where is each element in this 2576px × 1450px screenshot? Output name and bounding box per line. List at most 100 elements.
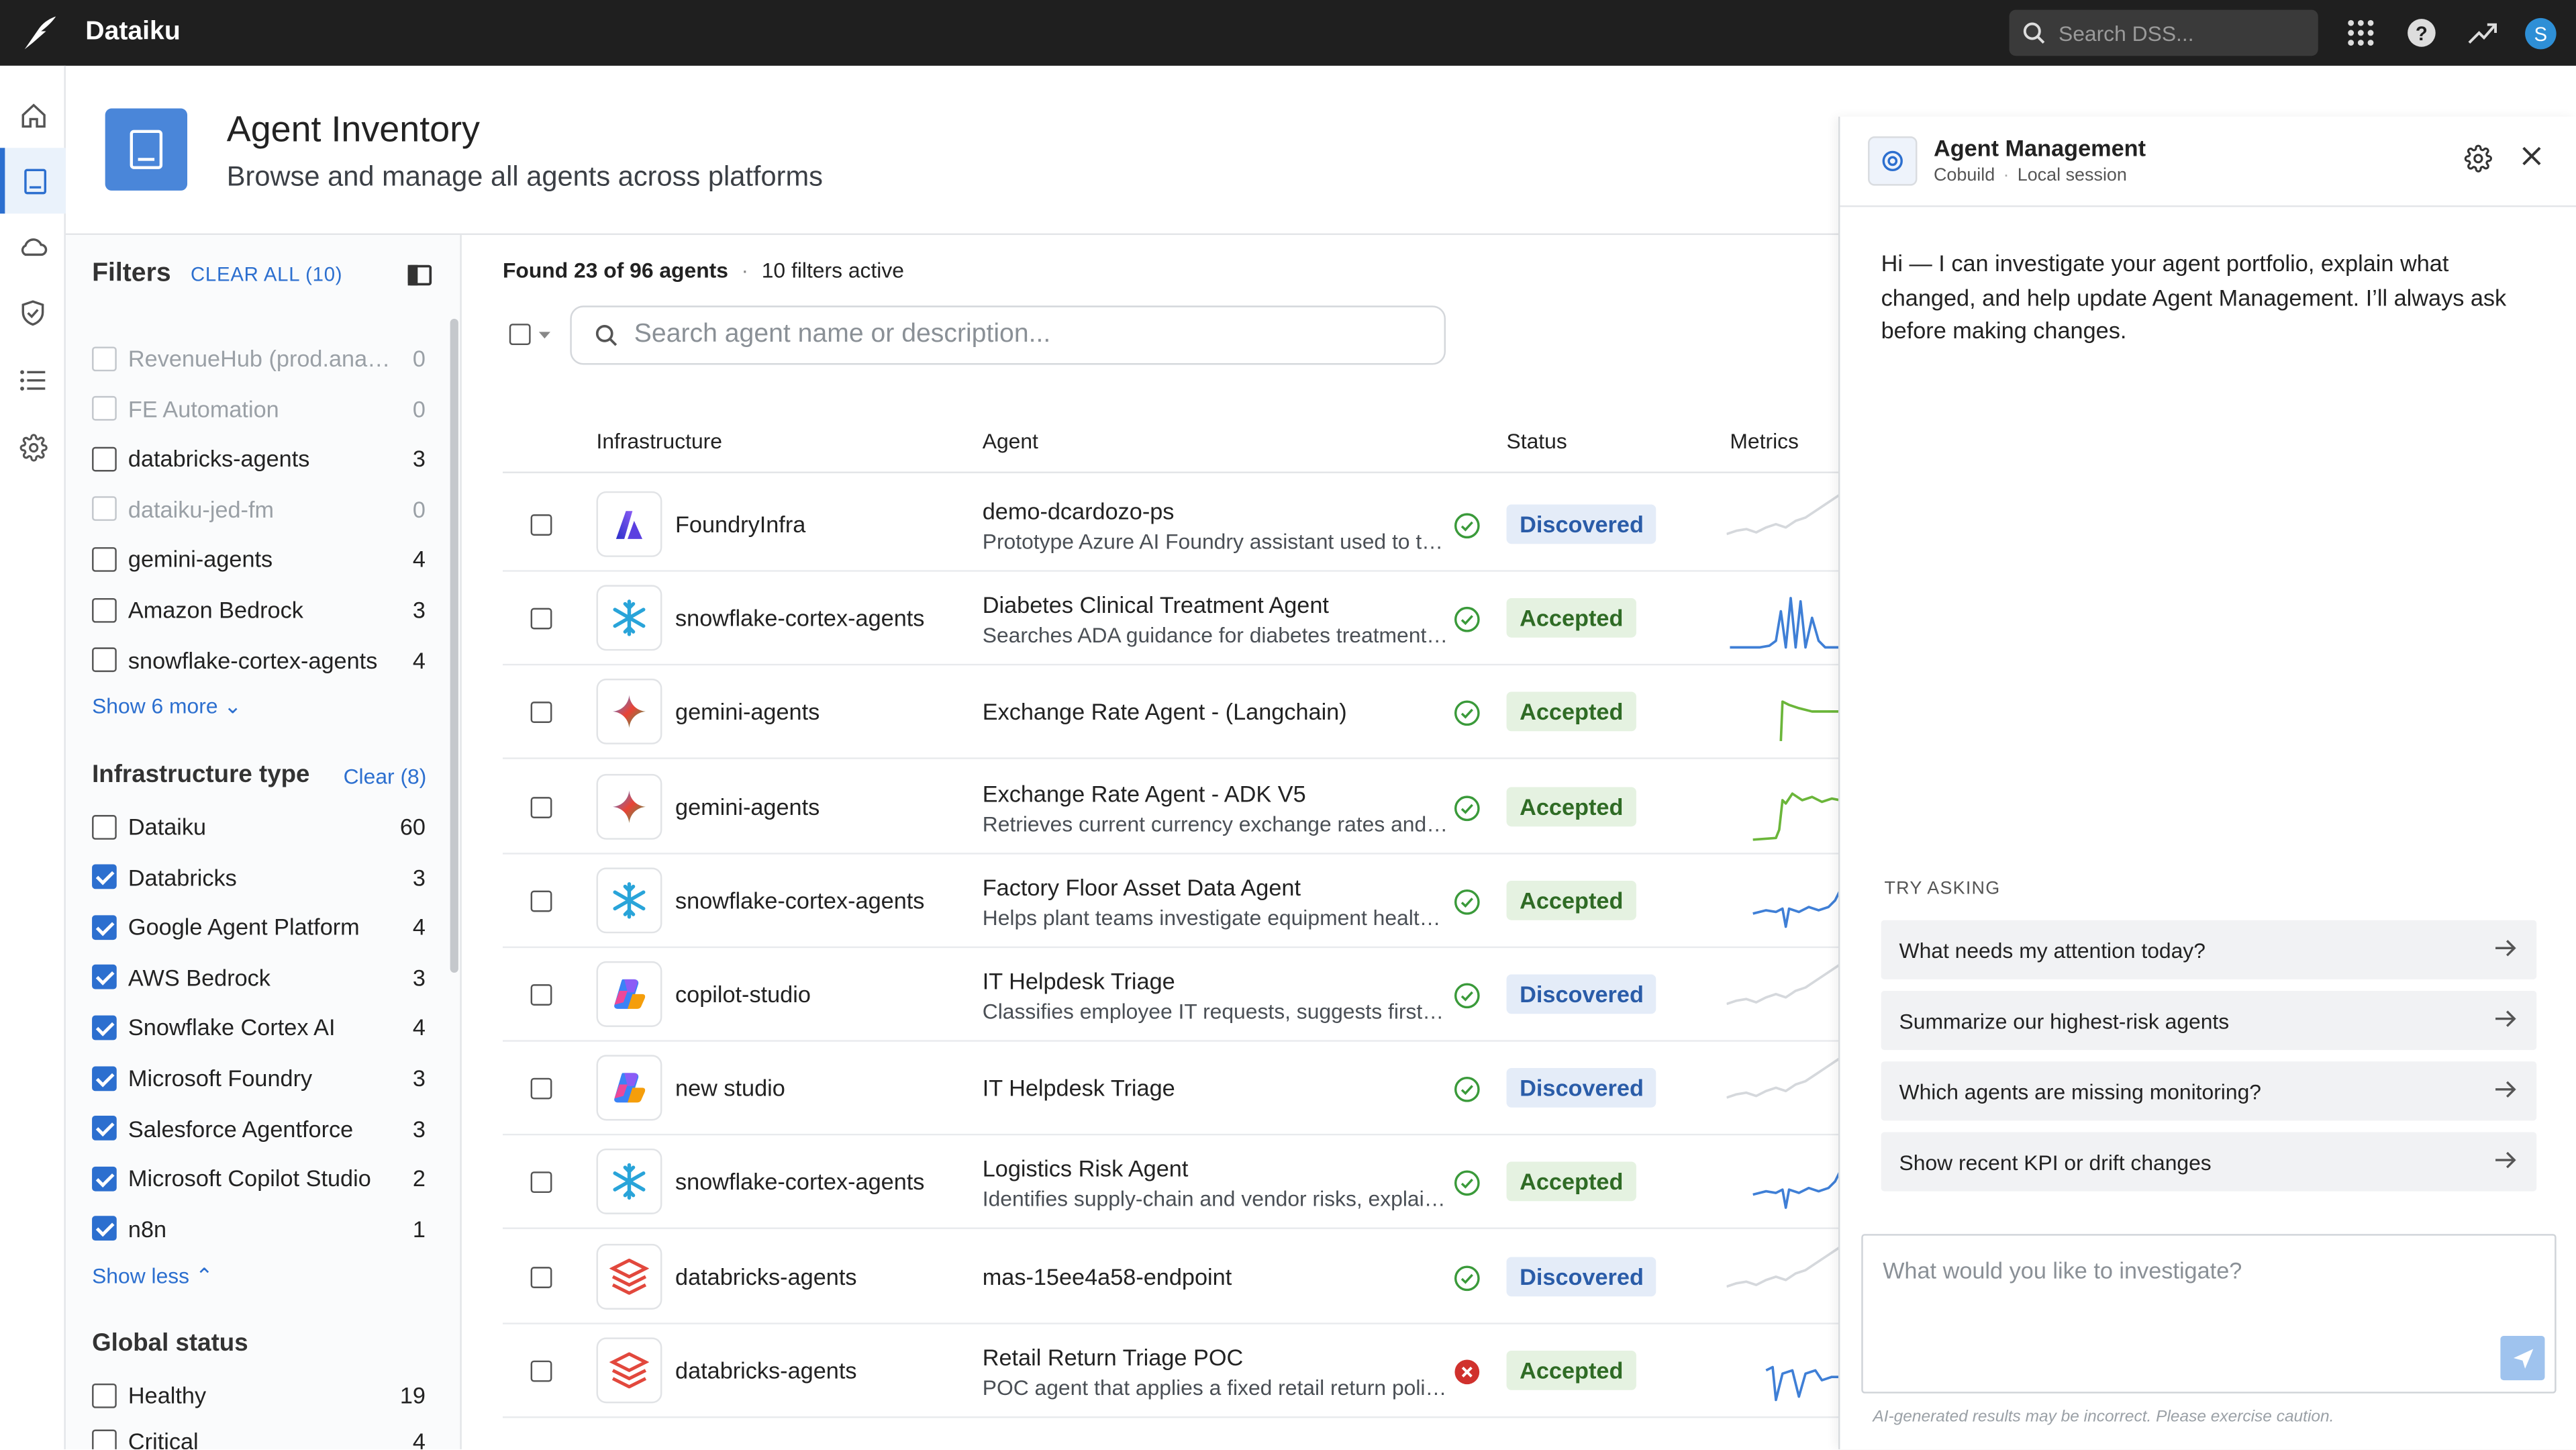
infra-type-filter-option[interactable]: Microsoft Copilot Studio 2 xyxy=(92,1161,426,1197)
infrastructure-name[interactable]: databricks-agents xyxy=(675,1263,857,1289)
help-icon[interactable]: ? xyxy=(2405,16,2438,49)
checkbox[interactable] xyxy=(92,1116,117,1141)
settings-gear-icon[interactable] xyxy=(0,414,66,480)
caret-down-icon[interactable] xyxy=(537,330,552,340)
clear-all-filters-link[interactable]: CLEAR ALL (10) xyxy=(191,263,342,286)
checkbox[interactable] xyxy=(530,984,552,1006)
checkbox[interactable] xyxy=(92,1382,117,1408)
metrics-sparkline[interactable] xyxy=(1727,676,1840,748)
checkbox[interactable] xyxy=(92,965,117,990)
metrics-sparkline[interactable] xyxy=(1726,958,1840,1030)
infrastructure-name[interactable]: gemini-agents xyxy=(675,699,820,725)
checkbox[interactable] xyxy=(92,446,117,471)
checkbox[interactable] xyxy=(92,1429,117,1449)
checkbox[interactable] xyxy=(92,1065,117,1091)
checkbox[interactable] xyxy=(92,346,117,371)
checkbox[interactable] xyxy=(92,396,117,421)
checkbox[interactable] xyxy=(530,1078,552,1100)
project-filter-option[interactable]: RevenueHub (prod.analy… 0 xyxy=(92,340,426,377)
checkbox[interactable] xyxy=(92,1015,117,1041)
col-agent[interactable]: Agent xyxy=(983,429,1038,454)
settings-gear-icon[interactable] xyxy=(2464,144,2493,173)
checkbox[interactable] xyxy=(92,546,117,572)
show-more-link[interactable]: Show 6 more ⌄ xyxy=(92,693,242,720)
metrics-sparkline[interactable] xyxy=(1726,1240,1840,1312)
checkbox[interactable] xyxy=(92,1216,117,1241)
agent-name[interactable]: Factory Floor Asset Data Agent xyxy=(983,874,1301,900)
agent-name[interactable]: IT Helpdesk Triage xyxy=(983,1075,1175,1101)
agent-name[interactable]: Retail Return Triage POC xyxy=(983,1344,1244,1370)
checkbox[interactable] xyxy=(530,1360,552,1382)
agent-inventory-nav-icon[interactable] xyxy=(0,148,66,214)
infrastructure-name[interactable]: new studio xyxy=(675,1075,785,1101)
collapse-panel-icon[interactable] xyxy=(407,264,432,286)
metrics-sparkline[interactable] xyxy=(1727,770,1840,842)
metrics-sparkline[interactable] xyxy=(1726,488,1840,561)
infra-type-filter-option[interactable]: Dataiku 60 xyxy=(92,808,426,844)
agent-name[interactable]: Diabetes Clinical Treatment Agent xyxy=(983,592,1329,618)
metrics-sparkline[interactable] xyxy=(1727,864,1840,936)
project-filter-option[interactable]: dataiku-jed-fm 0 xyxy=(92,491,426,527)
checkbox[interactable] xyxy=(530,608,552,630)
checkbox[interactable] xyxy=(92,496,117,522)
app-title[interactable]: Dataiku xyxy=(85,18,180,48)
infrastructure-name[interactable]: snowflake-cortex-agents xyxy=(675,605,924,631)
suggestion-button[interactable]: Show recent KPI or drift changes xyxy=(1881,1132,2537,1192)
table-row[interactable]: copilot-studio IT Helpdesk Triage Classifi… xyxy=(502,948,1840,1042)
checkbox[interactable] xyxy=(92,597,117,622)
infra-type-filter-option[interactable]: n8n 1 xyxy=(92,1210,426,1247)
infrastructure-name[interactable]: gemini-agents xyxy=(675,793,820,819)
filters-scrollbar[interactable] xyxy=(450,318,458,973)
chat-composer-input[interactable]: What would you like to investigate? xyxy=(1861,1234,2557,1394)
select-all-checkbox[interactable] xyxy=(509,324,552,346)
checkbox[interactable] xyxy=(530,890,552,912)
checkbox[interactable] xyxy=(530,796,552,818)
checkbox[interactable] xyxy=(92,647,117,673)
infrastructure-name[interactable]: copilot-studio xyxy=(675,981,811,1007)
table-row[interactable]: databricks-agents mas-15ee4a58-endpoint Di… xyxy=(502,1230,1840,1324)
col-metrics[interactable]: Metrics xyxy=(1730,429,1799,454)
trend-icon[interactable] xyxy=(2466,16,2499,49)
metrics-sparkline[interactable] xyxy=(1726,1052,1840,1124)
checkbox[interactable] xyxy=(92,1166,117,1191)
agent-search-input[interactable]: Search agent name or description... xyxy=(570,305,1446,365)
metrics-sparkline[interactable] xyxy=(1727,1146,1840,1218)
col-infrastructure[interactable]: Infrastructure xyxy=(597,429,722,454)
checkbox[interactable] xyxy=(530,514,552,536)
list-icon[interactable] xyxy=(0,346,66,412)
infra-type-filter-option[interactable]: AWS Bedrock 3 xyxy=(92,959,426,996)
table-row[interactable]: snowflake-cortex-agents Diabetes Clinical… xyxy=(502,572,1840,666)
table-row[interactable]: snowflake-cortex-agents Factory Floor Ass… xyxy=(502,854,1840,948)
global-status-filter-option[interactable]: Critical 4 xyxy=(92,1423,426,1449)
table-row[interactable]: new studio IT Helpdesk Triage Discovered xyxy=(502,1042,1840,1136)
global-status-filter-option[interactable]: Healthy 19 xyxy=(92,1377,426,1413)
user-avatar[interactable]: S xyxy=(2525,17,2557,50)
infrastructure-name[interactable]: databricks-agents xyxy=(675,1357,857,1383)
infrastructure-name[interactable]: snowflake-cortex-agents xyxy=(675,887,924,913)
apps-grid-icon[interactable] xyxy=(2344,16,2377,49)
infra-type-clear-link[interactable]: Clear (8) xyxy=(344,764,427,789)
suggestion-button[interactable]: What needs my attention today? xyxy=(1881,920,2537,979)
project-filter-option[interactable]: FE Automation 0 xyxy=(92,391,426,427)
global-search-input[interactable]: Search DSS... xyxy=(2009,9,2318,56)
project-filter-option[interactable]: snowflake-cortex-agents 4 xyxy=(92,642,426,678)
agent-name[interactable]: Exchange Rate Agent - (Langchain) xyxy=(983,699,1347,725)
agent-name[interactable]: IT Helpdesk Triage xyxy=(983,968,1175,994)
infra-type-filter-option[interactable]: Google Agent Platform 4 xyxy=(92,909,426,945)
table-row[interactable]: FoundryInfra demo-dcardozo-ps Prototype Az… xyxy=(502,478,1840,572)
table-row[interactable]: gemini-agents Exchange Rate Agent - (Lang… xyxy=(502,666,1840,760)
infra-type-filter-option[interactable]: Databricks 3 xyxy=(92,859,426,895)
checkbox[interactable] xyxy=(530,702,552,724)
agent-name[interactable]: mas-15ee4a58-endpoint xyxy=(983,1263,1232,1289)
infrastructure-name[interactable]: FoundryInfra xyxy=(675,511,805,537)
close-icon[interactable] xyxy=(2520,144,2543,167)
agent-name[interactable]: demo-dcardozo-ps xyxy=(983,498,1175,524)
project-filter-option[interactable]: gemini-agents 4 xyxy=(92,541,426,577)
project-filter-option[interactable]: databricks-agents 3 xyxy=(92,440,426,477)
metrics-sparkline[interactable] xyxy=(1727,1334,1840,1406)
metrics-sparkline[interactable] xyxy=(1727,582,1840,655)
infra-type-filter-option[interactable]: Microsoft Foundry 3 xyxy=(92,1060,426,1096)
col-status[interactable]: Status xyxy=(1507,429,1567,454)
infra-type-filter-option[interactable]: Salesforce Agentforce 3 xyxy=(92,1110,426,1147)
suggestion-button[interactable]: Summarize our highest-risk agents xyxy=(1881,990,2537,1051)
